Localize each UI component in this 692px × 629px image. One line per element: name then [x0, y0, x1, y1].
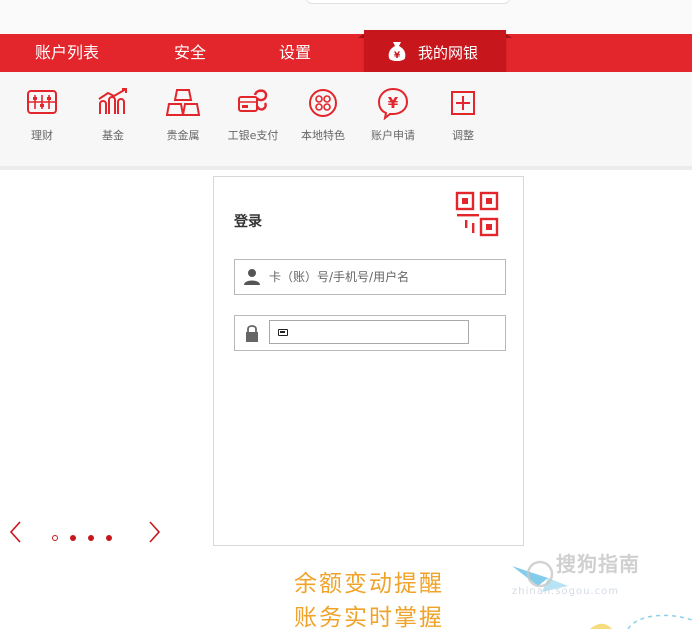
lock-icon — [246, 325, 258, 342]
money-bag-icon: ¥ — [388, 42, 406, 61]
watermark-url: zhinan.sogou.com — [512, 586, 620, 597]
tool-label: 工银e支付 — [227, 129, 279, 142]
watermark-brand: 搜狗指南 — [556, 552, 640, 576]
tool-adjust[interactable]: 调整 — [431, 86, 495, 143]
qr-code-login-icon[interactable] — [455, 191, 501, 239]
carousel-dot[interactable] — [106, 534, 112, 541]
tool-account-apply[interactable]: ¥ 账户申请 — [361, 86, 425, 143]
password-input[interactable] — [269, 320, 469, 344]
login-card: 登录 卡（账）号/手机号/用户名 — [213, 176, 524, 546]
carousel-dot[interactable] — [88, 534, 94, 541]
gold-bars-icon — [166, 89, 200, 116]
username-placeholder: 卡（账）号/手机号/用户名 — [269, 270, 410, 284]
svg-text:¥: ¥ — [388, 94, 399, 112]
svg-text:¥: ¥ — [394, 51, 401, 61]
tool-bar: 理财 基金 贵金属 工银e支付 本地特色 ¥ 账户申请 调整 — [0, 72, 692, 170]
nav-item-security[interactable]: 安全 — [174, 34, 206, 72]
carousel-next-icon[interactable] — [144, 520, 164, 544]
security-control-icon — [278, 329, 288, 336]
nav-item-my-ebank[interactable]: ¥ 我的网银 — [358, 30, 512, 74]
nav-item-settings[interactable]: 设置 — [279, 34, 311, 72]
plus-square-icon — [451, 91, 475, 115]
tool-label: 调整 — [452, 129, 474, 142]
promo-line-2: 账务实时掌握 — [294, 605, 444, 629]
tool-precious-metal[interactable]: 贵金属 — [151, 86, 215, 143]
tool-licai[interactable]: 理财 — [10, 86, 74, 143]
tool-epay[interactable]: 工银e支付 — [221, 86, 285, 143]
tool-fund[interactable]: 基金 — [81, 86, 145, 143]
password-field[interactable] — [234, 315, 506, 351]
local-feature-icon — [309, 89, 337, 117]
epay-card-icon — [238, 89, 268, 112]
tool-label: 基金 — [102, 129, 124, 142]
carousel-dots — [52, 527, 124, 541]
fund-chart-icon — [98, 88, 127, 114]
tool-label: 本地特色 — [301, 129, 345, 142]
nav-item-account-list[interactable]: 账户列表 — [35, 34, 99, 72]
login-title: 登录 — [234, 214, 262, 230]
carousel-dot[interactable] — [70, 534, 76, 541]
online-banking-page: 账户列表 安全 设置 ¥ 我的网银 理财 基金 贵金属 工银e支付 本地特色 ¥… — [0, 0, 692, 629]
tool-local-feature[interactable]: 本地特色 — [291, 86, 355, 143]
carousel-dot[interactable] — [52, 534, 58, 541]
top-search-box-edge[interactable] — [306, 0, 510, 4]
promo-line-1: 余额变动提醒 — [294, 571, 444, 597]
top-strip — [0, 0, 692, 34]
tool-label: 账户申请 — [371, 129, 415, 142]
user-icon — [244, 269, 260, 285]
abacus-icon — [27, 90, 57, 114]
tool-label: 理财 — [31, 129, 53, 142]
main-nav: 账户列表 安全 设置 — [0, 34, 692, 72]
nav-active-label: 我的网银 — [418, 44, 479, 62]
username-field[interactable]: 卡（账）号/手机号/用户名 — [234, 259, 506, 295]
carousel-prev-icon[interactable] — [6, 520, 26, 544]
yuan-bubble-icon: ¥ — [377, 87, 409, 120]
tool-label: 贵金属 — [166, 129, 200, 142]
